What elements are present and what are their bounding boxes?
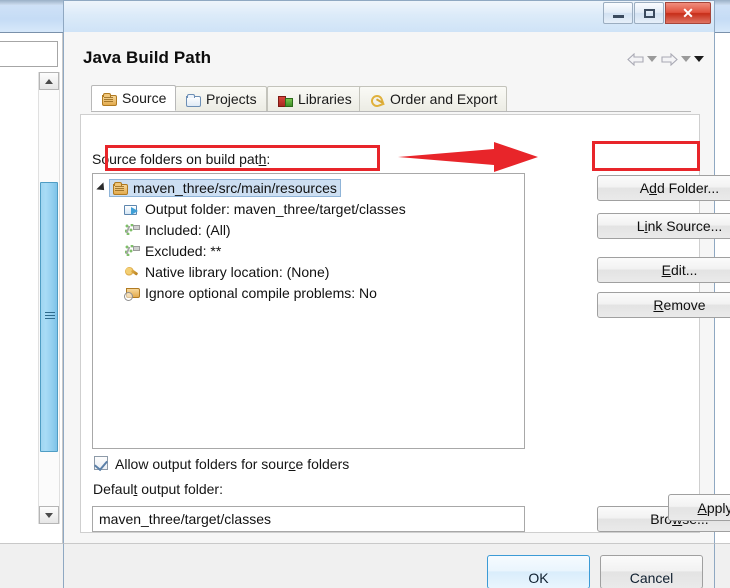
left-vertical-scrollbar[interactable] [38,72,60,524]
tab-source-label: Source [122,90,167,106]
dialog-footer: OK Cancel [63,543,715,588]
close-button[interactable]: ✕ [665,2,711,24]
allow-output-folders-label[interactable]: Allow output folders for source folders [115,456,349,472]
tree-item-label: Excluded: ** [145,242,222,259]
maximize-button[interactable] [634,2,664,24]
tree-row[interactable]: Ignore optional compile problems: No [93,282,524,303]
tab-libraries-label: Libraries [298,91,352,107]
window-controls: ✕ [603,2,712,24]
source-folders-tree[interactable]: maven_three/src/main/resources Output fo… [92,173,525,449]
tab-libraries[interactable]: Libraries [267,86,362,111]
default-output-folder-input[interactable]: maven_three/target/classes [92,506,525,532]
tab-strip: Source Projects Libraries Order and Expo… [91,85,691,112]
allow-output-folders-checkbox[interactable] [94,456,108,472]
tree-row[interactable]: Excluded: ** [93,240,524,261]
add-folder-button[interactable]: Add Folder... [597,175,730,201]
minimize-button[interactable] [603,2,633,24]
cancel-button-label: Cancel [629,570,674,586]
link-source-button[interactable]: Li nk Source... [597,213,730,239]
background-left-field [0,41,58,67]
tree-row[interactable]: Included: (All) [93,219,524,240]
open-folder-icon [185,92,201,107]
scroll-down-arrow-icon [45,512,53,518]
tree-item-label: Native library location: (None) [145,263,330,280]
tree-item-label: maven_three/src/main/resources [133,179,337,196]
scrollbar-thumb[interactable] [40,182,58,452]
back-arrow-icon[interactable] [626,51,644,67]
back-dropdown-icon[interactable] [647,56,657,62]
close-icon: ✕ [682,4,694,21]
tab-projects-label: Projects [206,91,257,107]
tab-projects[interactable]: Projects [175,86,267,111]
scroll-down-button[interactable] [39,506,59,524]
forward-dropdown-icon[interactable] [681,56,691,62]
scroll-up-arrow-icon [45,78,53,84]
order-export-icon [369,92,385,107]
page-title: Java Build Path [83,48,212,67]
tree-item-label: Output folder: maven_three/target/classe… [145,200,406,217]
apply-button[interactable]: Apply [668,494,730,521]
minimize-icon [612,15,624,18]
screen-root: ✕ Java Build Path Source Projects Librar… [0,0,730,588]
tree-item-label: Included: (All) [145,221,231,238]
dialog-caption-bar[interactable]: ✕ [63,0,715,32]
tab-source[interactable]: Source [91,85,177,111]
edit-button[interactable]: Edit... [597,257,730,283]
ok-button-label: OK [528,570,549,586]
tree-row[interactable]: Output folder: maven_three/target/classe… [93,198,524,219]
source-folders-label: Source folders on build path: [92,151,271,167]
scrollbar-grip-icon [45,312,55,322]
tree-row[interactable]: Native library location: (None) [93,261,524,282]
remove-button[interactable]: Remove [597,292,730,318]
dialog-body: Java Build Path Source Projects Librarie… [63,32,730,543]
checkmark-icon [94,456,108,472]
ignore-problems-icon [124,285,140,301]
tree-row[interactable]: maven_three/src/main/resources [93,177,524,198]
libraries-icon [277,92,293,107]
dialog-navigation-bar [626,51,704,67]
forward-arrow-icon[interactable] [660,51,678,67]
java-build-path-dialog: ✕ Java Build Path Source Projects Librar… [63,0,730,588]
inclusion-filter-icon [124,222,140,237]
cancel-button[interactable]: Cancel [600,555,703,588]
selected-tree-item[interactable]: maven_three/src/main/resources [109,178,341,197]
scroll-up-button[interactable] [39,72,59,90]
more-menu-dropdown-icon[interactable] [694,56,704,62]
exclusion-filter-icon [124,243,140,258]
native-library-icon [124,264,140,279]
source-folder-icon [112,180,128,195]
tab-order-and-export-label: Order and Export [390,91,498,107]
source-folder-icon [101,91,117,106]
default-output-folder-label: Default output folder: [93,481,223,497]
default-output-folder-value: maven_three/target/classes [99,511,271,527]
tab-order-and-export[interactable]: Order and Export [359,86,508,111]
tree-item-label: Ignore optional compile problems: No [145,284,377,301]
maximize-icon [643,8,655,18]
expand-collapse-icon[interactable] [96,182,108,194]
output-folder-icon [124,201,140,216]
ok-button[interactable]: OK [487,555,590,588]
